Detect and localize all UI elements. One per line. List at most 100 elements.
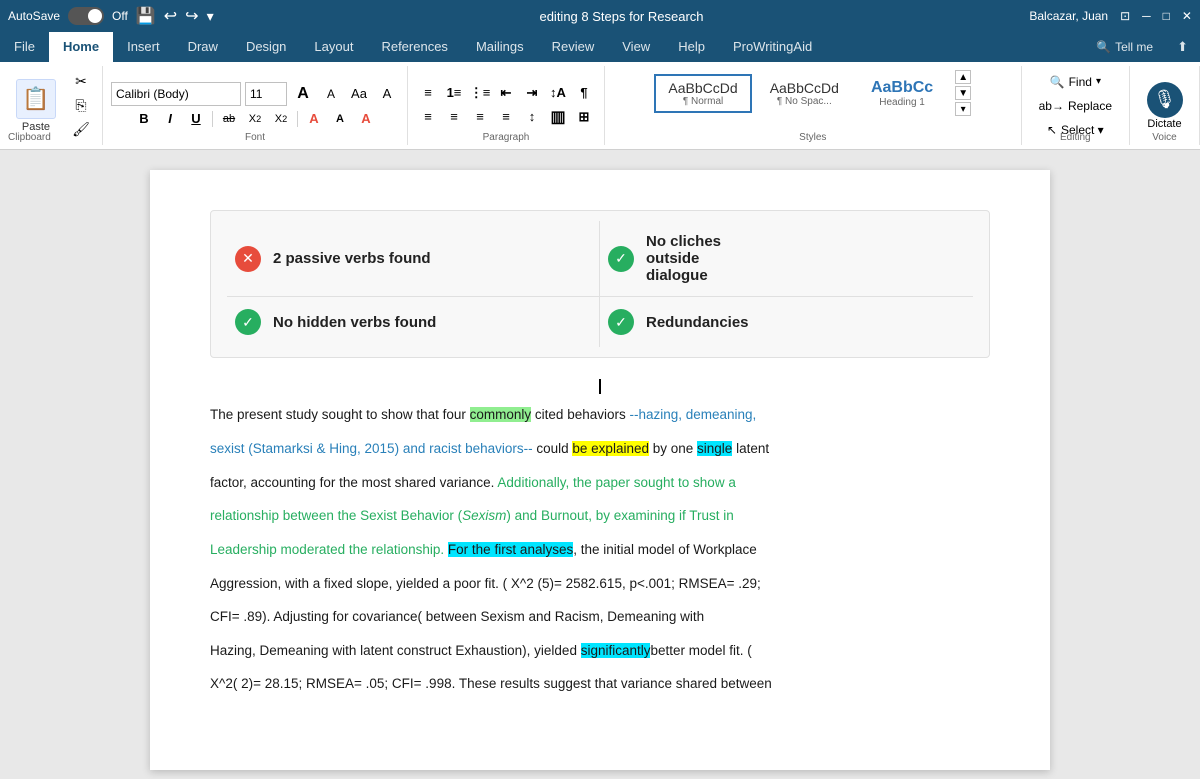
tab-layout[interactable]: Layout: [300, 32, 367, 62]
paragraph-9: X^2( 2)= 28.15; RMSEA= .05; CFI= .998. T…: [210, 671, 990, 697]
no-cliches-text: No cliches outside dialogue: [646, 233, 721, 284]
line-spacing-button[interactable]: ↕: [520, 106, 544, 128]
paragraph-3: factor, accounting for the most shared v…: [210, 470, 990, 496]
align-center-button[interactable]: ≡: [442, 106, 466, 128]
find-button[interactable]: 🔍 Find ▾: [1041, 72, 1110, 92]
tab-mailings[interactable]: Mailings: [462, 32, 538, 62]
dictate-button[interactable]: 🎙 Dictate: [1147, 82, 1183, 130]
document-area: ✕ 2 passive verbs found ✓ No cliches out…: [0, 150, 1200, 779]
tab-file[interactable]: File: [0, 32, 49, 62]
replace-icon: ab→: [1039, 99, 1064, 113]
no-hidden-verbs-icon: ✓: [235, 309, 261, 335]
tab-prowritingaid[interactable]: ProWritingAid: [719, 32, 826, 62]
passive-verbs-text: 2 passive verbs found: [273, 250, 431, 267]
writing-aid-panel: ✕ 2 passive verbs found ✓ No cliches out…: [210, 210, 990, 358]
sexist-text: sexist (Stamarksi & Hing, 2015) and raci…: [210, 441, 533, 456]
cut-button[interactable]: ✂: [68, 71, 94, 93]
undo-icon[interactable]: ↩: [164, 6, 177, 26]
close-button[interactable]: ✕: [1182, 9, 1192, 23]
tab-references[interactable]: References: [367, 32, 461, 62]
shading-button[interactable]: ▥: [546, 106, 570, 128]
style-scroll: ▲ ▼ ▾: [955, 70, 971, 116]
cursor-line: [210, 378, 990, 394]
tab-review[interactable]: Review: [538, 32, 609, 62]
autosave-toggle[interactable]: [68, 7, 104, 25]
style-more[interactable]: ▾: [955, 102, 971, 116]
font-case-button[interactable]: Aa: [347, 83, 371, 105]
select-icon: ↖: [1047, 123, 1057, 137]
bullets-button[interactable]: ≡: [416, 82, 440, 104]
font-color-button[interactable]: A: [302, 108, 326, 130]
redo-icon[interactable]: ↪: [185, 6, 198, 26]
replace-button[interactable]: ab→ Replace: [1030, 96, 1121, 116]
text-color-button[interactable]: A: [354, 108, 378, 130]
redundancies-icon: ✓: [608, 309, 634, 335]
align-left-button[interactable]: ≡: [416, 106, 440, 128]
text-cursor: [599, 379, 601, 395]
tell-me-box[interactable]: 🔍 Tell me: [1084, 32, 1165, 62]
paste-button[interactable]: 📋 Paste: [8, 75, 64, 137]
highlight-button[interactable]: A: [328, 108, 352, 130]
passive-verbs-cell: ✕ 2 passive verbs found: [227, 221, 600, 296]
show-marks-button[interactable]: ¶: [572, 82, 596, 104]
tab-help[interactable]: Help: [664, 32, 719, 62]
strikethrough-button[interactable]: ab: [217, 108, 241, 130]
document-page[interactable]: ✕ 2 passive verbs found ✓ No cliches out…: [150, 170, 1050, 770]
document-title: editing 8 Steps for Research: [539, 9, 703, 24]
paragraph-label: Paragraph: [483, 132, 530, 143]
autosave-state: Off: [112, 9, 128, 23]
share-icon[interactable]: ⬆: [1165, 32, 1200, 62]
document-text[interactable]: The present study sought to show that fo…: [210, 402, 990, 697]
tab-draw[interactable]: Draw: [174, 32, 232, 62]
multilevel-button[interactable]: ⋮≡: [468, 82, 492, 104]
style-heading1[interactable]: AaBbCc Heading 1: [857, 73, 947, 114]
paragraph-4: relationship between the Sexist Behavior…: [210, 503, 990, 529]
font-group: A A Aa A B I U ab X2 X2 A A A Font: [103, 66, 408, 145]
tab-insert[interactable]: Insert: [113, 32, 174, 62]
panel-row-1: ✕ 2 passive verbs found ✓ No cliches out…: [227, 221, 973, 297]
justify-button[interactable]: ≡: [494, 106, 518, 128]
format-painter-button[interactable]: 🖌: [68, 119, 94, 141]
restore-button[interactable]: □: [1163, 9, 1170, 23]
no-cliches-icon: ✓: [608, 246, 634, 272]
voice-group: 🎙 Dictate Voice: [1130, 66, 1200, 145]
leadership-text: Leadership moderated the relationship.: [210, 542, 444, 557]
paragraph-6: Aggression, with a fixed slope, yielded …: [210, 571, 990, 597]
restore-window-icon[interactable]: ⊡: [1120, 9, 1130, 23]
paragraph-8: Hazing, Demeaning with latent construct …: [210, 638, 990, 664]
bold-button[interactable]: B: [132, 108, 156, 130]
font-shrink-button[interactable]: A: [319, 83, 343, 105]
font-row-1: A A Aa A: [111, 82, 399, 106]
redundancies-text: Redundancies: [646, 314, 749, 331]
style-no-spacing[interactable]: AaBbCcDd ¶ No Spac...: [756, 74, 853, 113]
decrease-indent-button[interactable]: ⇤: [494, 82, 518, 104]
superscript-button[interactable]: X2: [269, 108, 293, 130]
style-normal[interactable]: AaBbCcDd ¶ Normal: [654, 74, 751, 113]
minimize-button[interactable]: ─: [1142, 9, 1151, 23]
subscript-button[interactable]: X2: [243, 108, 267, 130]
tab-home[interactable]: Home: [49, 32, 113, 62]
styles-label: Styles: [799, 132, 826, 143]
save-icon[interactable]: 💾: [136, 6, 156, 26]
font-size-select[interactable]: [245, 82, 287, 106]
title-bar-right: Balcazar, Juan ⊡ ─ □ ✕: [1029, 9, 1192, 23]
tab-view[interactable]: View: [608, 32, 664, 62]
numbering-button[interactable]: 1≡: [442, 82, 466, 104]
single-highlight: single: [697, 441, 732, 456]
style-scroll-up[interactable]: ▲: [955, 70, 971, 84]
customize-icon[interactable]: ▾: [207, 8, 214, 25]
font-family-select[interactable]: [111, 82, 241, 106]
italic-button[interactable]: I: [158, 108, 182, 130]
tab-design[interactable]: Design: [232, 32, 300, 62]
font-grow-button[interactable]: A: [291, 83, 315, 105]
underline-button[interactable]: U: [184, 108, 208, 130]
style-scroll-down[interactable]: ▼: [955, 86, 971, 100]
increase-indent-button[interactable]: ⇥: [520, 82, 544, 104]
copy-button[interactable]: ⎘: [68, 95, 94, 117]
no-hidden-verbs-text: No hidden verbs found: [273, 314, 436, 331]
para-row-1: ≡ 1≡ ⋮≡ ⇤ ⇥ ↕A ¶: [416, 82, 596, 104]
sort-button[interactable]: ↕A: [546, 82, 570, 104]
align-right-button[interactable]: ≡: [468, 106, 492, 128]
clear-format-button[interactable]: A: [375, 83, 399, 105]
borders-button[interactable]: ⊞: [572, 106, 596, 128]
